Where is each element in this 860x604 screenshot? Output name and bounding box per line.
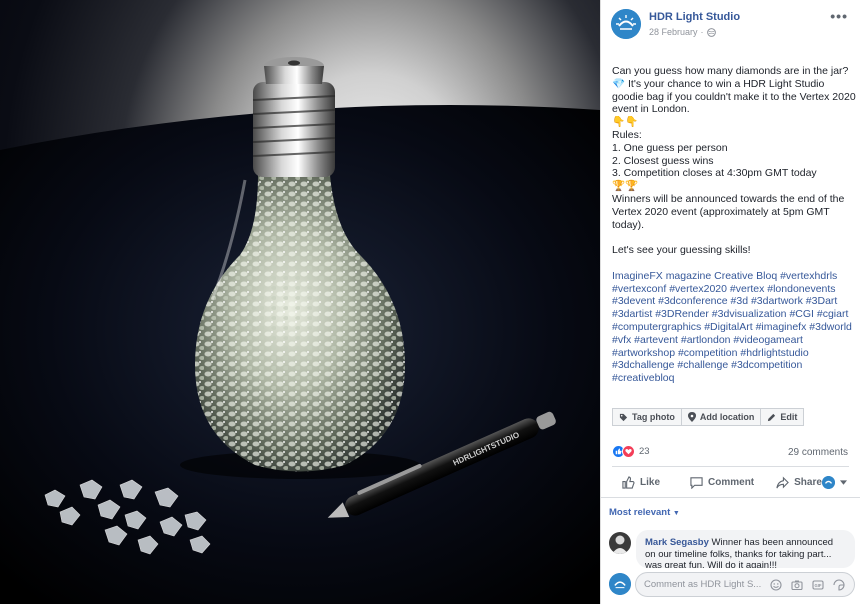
composer-avatar xyxy=(609,573,631,595)
person-photo xyxy=(609,532,631,554)
hashtag-line[interactable]: ImagineFX magazine Creative Bloq #vertex… xyxy=(612,270,854,283)
post-text-line: 💎 It's your chance to win a HDR Light St… xyxy=(612,77,825,90)
post-text-line: 🏆🏆 xyxy=(612,180,639,193)
like-button[interactable]: Like xyxy=(622,475,661,489)
tag-icon xyxy=(619,413,628,421)
post-text-line: goodie bag if you couldn't make it to th… xyxy=(612,90,856,103)
thumbs-up-icon xyxy=(622,475,635,489)
post-date[interactable]: 28 February xyxy=(649,27,698,37)
post-text-line: Let's see your guessing skills! xyxy=(612,244,751,257)
hashtag-line[interactable]: #vfx #artevent #artlondon #videogameart xyxy=(612,334,854,347)
hashtag-line[interactable]: #creativebloq xyxy=(612,372,854,385)
hashtag-line[interactable]: #computergraphics #DigitalArt #imaginefx… xyxy=(612,321,854,334)
comment-input-placeholder: Comment as HDR Light S... xyxy=(644,579,762,590)
caret-down-icon: ▼ xyxy=(672,510,680,517)
commenter-avatar[interactable] xyxy=(609,532,631,554)
meta-separator: · xyxy=(700,27,704,37)
edit-button[interactable]: Edit xyxy=(761,408,805,426)
post-text-line: event in London. xyxy=(612,103,690,116)
hashtag-line[interactable]: #3devent #3dconference #3d #3dartwork #3… xyxy=(612,295,854,308)
gif-icon[interactable]: GIF xyxy=(811,578,825,592)
photo-actions: Tag photo Add location Edit xyxy=(612,408,805,426)
post-text-line: Rules: xyxy=(612,128,642,141)
like-label: Like xyxy=(640,476,661,488)
comment-button[interactable]: Comment xyxy=(690,476,754,489)
hashtag-line[interactable]: #artworkshop #competition #hdrlightstudi… xyxy=(612,347,854,360)
photo-illustration: HDRLIGHTSTUDIO xyxy=(0,57,600,604)
post-photo[interactable]: HDRLIGHTSTUDIO xyxy=(0,0,600,604)
emoji-icon[interactable] xyxy=(769,578,783,592)
tag-photo-label: Tag photo xyxy=(632,412,675,422)
post-body: Can you guess how many diamonds are in t… xyxy=(612,65,856,385)
post-text-line: Can you guess how many diamonds are in t… xyxy=(612,65,849,77)
camera-icon[interactable] xyxy=(790,578,804,592)
page-avatar[interactable] xyxy=(611,9,641,39)
hdr-logo-icon xyxy=(611,9,641,39)
sort-label: Most relevant xyxy=(609,507,671,518)
post-as-selector[interactable] xyxy=(821,475,847,489)
post-text-line: 2. Closest guess wins xyxy=(612,154,714,167)
comment-icon xyxy=(690,476,703,489)
location-pin-icon xyxy=(687,412,696,422)
post-text-line: Vertex 2020 event (approximately at 5pm … xyxy=(612,205,830,218)
comment-label: Comment xyxy=(708,476,755,488)
comment-composer-row: Comment as HDR Light S... GIF xyxy=(601,570,860,604)
post-as-avatar xyxy=(821,475,835,489)
post-text-line: today). xyxy=(612,218,645,231)
comment-sort-dropdown[interactable]: Most relevant ▼ xyxy=(609,507,680,518)
post-text-line: 3. Competition closes at 4:30pm GMT toda… xyxy=(612,167,817,180)
chevron-down-icon xyxy=(839,479,847,485)
share-button[interactable]: Share xyxy=(776,476,822,489)
divider xyxy=(601,497,860,498)
post-panel: HDR Light Studio 28 February · ••• Can y… xyxy=(600,0,860,604)
reactions-summary[interactable]: 23 xyxy=(612,445,650,458)
sticker-icon[interactable] xyxy=(832,578,846,592)
comments-count-link[interactable]: 29 comments xyxy=(788,447,848,458)
post-meta: 28 February · xyxy=(649,27,716,37)
svg-text:GIF: GIF xyxy=(815,583,822,588)
globe-icon[interactable] xyxy=(706,27,716,37)
comment-bubble: Mark Segasby Winner has been announced o… xyxy=(636,530,855,568)
share-icon xyxy=(776,476,789,488)
page-name-link[interactable]: HDR Light Studio xyxy=(649,11,740,23)
add-location-button[interactable]: Add location xyxy=(681,408,762,426)
action-bar: Like Comment Share xyxy=(612,472,849,492)
reaction-count: 23 xyxy=(639,446,650,457)
divider xyxy=(612,466,849,467)
post-text-line: Winners will be announced towards the en… xyxy=(612,192,845,205)
comment-author-link[interactable]: Mark Segasby xyxy=(645,537,709,548)
pencil-icon xyxy=(768,413,776,421)
hashtag-line[interactable]: #vertexconf #vertex2020 #vertex #londone… xyxy=(612,283,854,296)
love-reaction-icon xyxy=(622,445,635,458)
post-text-line: 👇👇 xyxy=(612,116,639,129)
hdr-logo-icon xyxy=(609,573,631,595)
comment-input[interactable]: Comment as HDR Light S... GIF xyxy=(635,572,855,597)
edit-label: Edit xyxy=(780,412,798,422)
more-options-button[interactable]: ••• xyxy=(830,8,848,24)
share-label: Share xyxy=(794,476,822,488)
add-location-label: Add location xyxy=(699,412,755,422)
hashtag-line[interactable]: #3dchallenge #challenge #3dcompetition xyxy=(612,359,854,372)
hashtag-line[interactable]: #3dartist #3DRender #3dvisualization #CG… xyxy=(612,308,854,321)
post-text-line: 1. One guess per person xyxy=(612,141,728,154)
tag-photo-button[interactable]: Tag photo xyxy=(612,408,682,426)
